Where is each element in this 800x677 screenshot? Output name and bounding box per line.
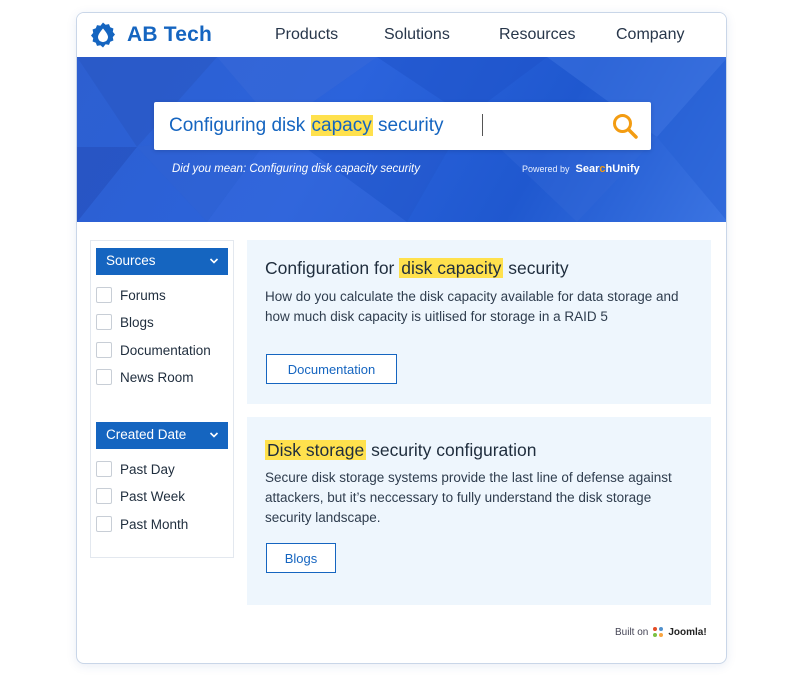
nav-solutions[interactable]: Solutions [384, 26, 450, 44]
result-description: Secure disk storage systems provide the … [265, 470, 672, 525]
brand-name: AB Tech [127, 23, 213, 46]
filter-option-blogs[interactable]: Blogs [96, 314, 154, 330]
search-query-text: Configuring disk capacy security [169, 115, 444, 136]
search-button[interactable] [611, 112, 639, 140]
powered-by: Powered by SearchUnify [522, 163, 640, 175]
sources-filter-header[interactable]: Sources [96, 248, 228, 275]
search-query-highlight: capacy [310, 115, 373, 136]
checkbox[interactable] [96, 488, 112, 504]
searchunify-logo: SearchUnify [575, 163, 640, 175]
text-caret [482, 114, 483, 136]
search-icon [611, 112, 639, 140]
nav-products[interactable]: Products [275, 26, 338, 44]
footer-built-on: Built on Joomla! [615, 626, 707, 638]
result-title[interactable]: Configuration for disk capacity security [265, 258, 569, 279]
chevron-down-icon [209, 430, 219, 440]
search-input[interactable]: Configuring disk capacy security [154, 102, 651, 150]
filter-option-past-week[interactable]: Past Week [96, 488, 185, 504]
result-tag-blogs[interactable]: Blogs [266, 543, 336, 573]
filter-option-forums[interactable]: Forums [96, 287, 166, 303]
brand-logo[interactable]: AB Tech [89, 21, 212, 49]
nav-resources[interactable]: Resources [499, 26, 575, 44]
did-you-mean-link[interactable]: Did you mean: Configuring disk capacity … [172, 163, 420, 175]
checkbox[interactable] [96, 461, 112, 477]
joomla-icon [652, 626, 664, 638]
created-date-filter-header[interactable]: Created Date [96, 422, 228, 449]
search-hero: Configuring disk capacy security Did you… [77, 57, 726, 222]
filter-panel: Sources Forums Blogs Documentation News … [90, 240, 234, 558]
checkbox[interactable] [96, 369, 112, 385]
app-window: AB Tech Products Solutions Resources Com… [76, 12, 727, 664]
gear-drop-icon [89, 21, 117, 49]
filter-option-past-month[interactable]: Past Month [96, 516, 188, 532]
result-title-highlight: disk capacity [399, 258, 504, 278]
filter-option-past-day[interactable]: Past Day [96, 461, 175, 477]
checkbox[interactable] [96, 516, 112, 532]
filter-option-documentation[interactable]: Documentation [96, 342, 211, 358]
search-result-card[interactable]: Disk storage security configuration Secu… [247, 417, 711, 605]
chevron-down-icon [209, 256, 219, 266]
top-header: AB Tech Products Solutions Resources Com… [77, 13, 726, 57]
result-title[interactable]: Disk storage security configuration [265, 440, 537, 461]
result-tag-documentation[interactable]: Documentation [266, 354, 397, 384]
checkbox[interactable] [96, 287, 112, 303]
search-result-card[interactable]: Configuration for disk capacity security… [247, 240, 711, 404]
result-title-highlight: Disk storage [265, 440, 367, 460]
joomla-wordmark: Joomla! [668, 626, 707, 638]
nav-company[interactable]: Company [616, 26, 684, 44]
checkbox[interactable] [96, 314, 112, 330]
filter-option-news-room[interactable]: News Room [96, 369, 194, 385]
result-description: How do you calculate the disk capacity a… [265, 289, 679, 324]
checkbox[interactable] [96, 342, 112, 358]
